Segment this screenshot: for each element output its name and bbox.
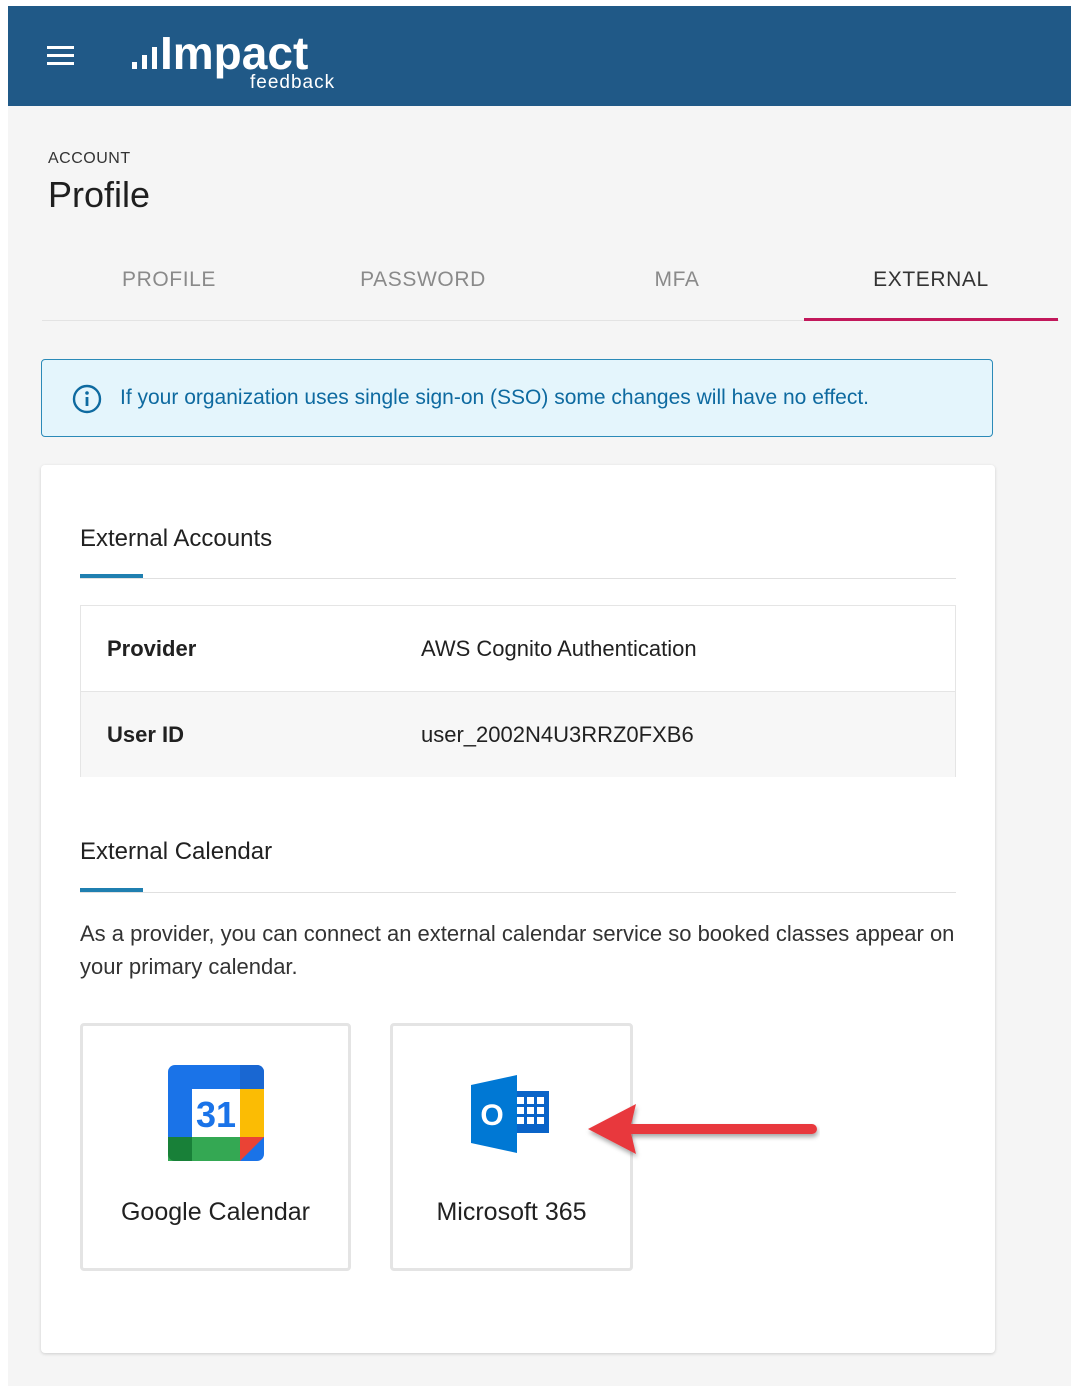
provider-value: AWS Cognito Authentication <box>421 636 697 661</box>
section-accent <box>80 888 143 892</box>
tab-mfa[interactable]: MFA <box>550 250 804 320</box>
provider-label: Provider <box>107 636 197 661</box>
table-row: User ID user_2002N4U3RRZ0FXB6 <box>81 691 955 777</box>
section-divider <box>80 892 956 893</box>
tab-external[interactable]: EXTERNAL <box>804 250 1058 321</box>
user-id-value: user_2002N4U3RRZ0FXB6 <box>421 722 694 747</box>
section-divider <box>80 578 956 579</box>
google-calendar-button[interactable]: 31 Google Calendar <box>80 1023 351 1271</box>
annotation-arrow-icon <box>588 1104 817 1154</box>
page-title: Profile <box>48 174 151 215</box>
logo-subtext: feedback <box>250 72 335 93</box>
user-id-label: User ID <box>107 722 185 747</box>
hamburger-menu-icon[interactable] <box>44 43 76 69</box>
table-row: Provider AWS Cognito Authentication <box>81 606 955 691</box>
tab-profile[interactable]: PROFILE <box>42 250 296 320</box>
section-accent <box>80 574 143 578</box>
outlook-letter: O <box>480 1099 503 1132</box>
google-calendar-icon: 31 <box>168 1065 264 1161</box>
tab-bar: PROFILE PASSWORD MFA EXTERNAL <box>42 250 1059 321</box>
page-overline: ACCOUNT <box>48 150 131 167</box>
microsoft-365-label: Microsoft 365 <box>436 1198 587 1226</box>
google-calendar-label: Google Calendar <box>120 1198 310 1226</box>
calendar-description: As a provider, you can connect an extern… <box>80 921 955 979</box>
sso-info-alert: If your organization uses single sign-on… <box>41 359 993 437</box>
microsoft-outlook-icon: O <box>471 1075 549 1153</box>
external-accounts-table: Provider AWS Cognito Authentication User… <box>80 605 956 777</box>
impact-feedback-logo[interactable]: Impact feedback <box>124 20 364 100</box>
page: Impact feedback ACCOUNT Profile PROFILE … <box>8 6 1071 1386</box>
alert-text: If your organization uses single sign-on… <box>120 386 870 409</box>
google-calendar-date: 31 <box>196 1094 236 1135</box>
external-card: External Accounts Provider AWS Cognito A… <box>41 465 995 1353</box>
external-calendar-title: External Calendar <box>80 838 273 865</box>
top-app-bar: Impact feedback <box>8 6 1071 106</box>
info-icon <box>72 384 102 414</box>
tab-password[interactable]: PASSWORD <box>296 250 550 320</box>
external-accounts-title: External Accounts <box>80 525 273 552</box>
